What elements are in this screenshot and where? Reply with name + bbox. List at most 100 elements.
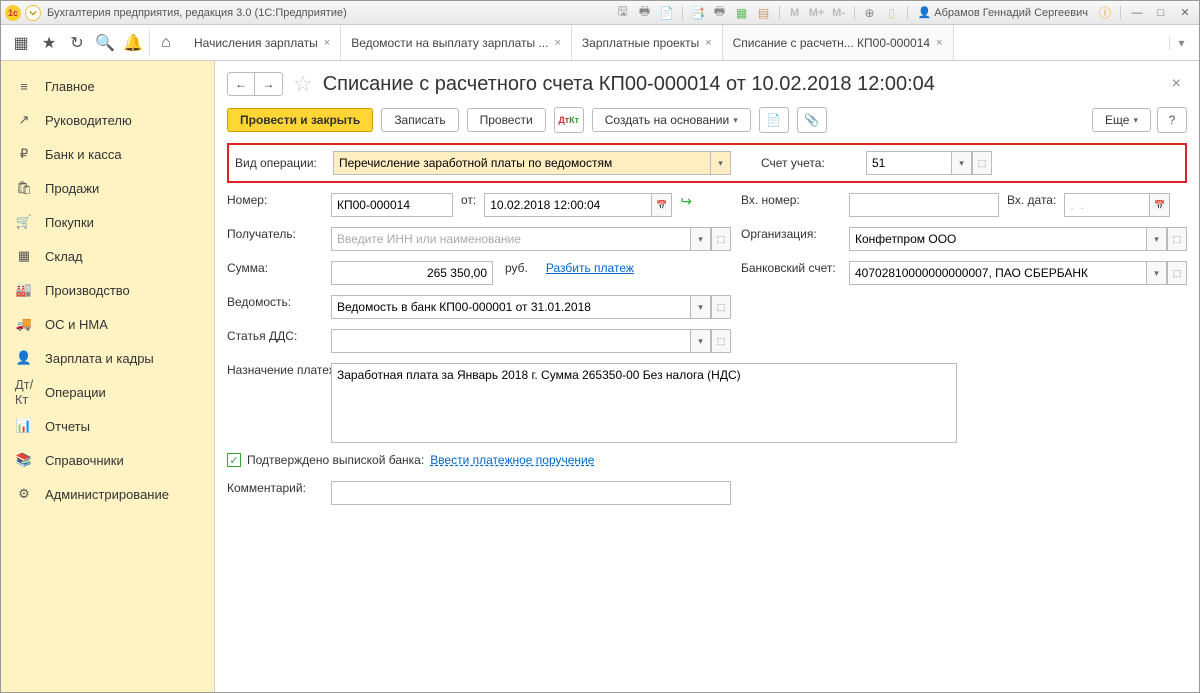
- command-bar: Провести и закрыть Записать Провести ДтК…: [227, 107, 1187, 133]
- date-picker-button[interactable]: 📅: [652, 193, 672, 217]
- info-icon[interactable]: ⓘ: [1096, 4, 1114, 22]
- organization-dropdown-button[interactable]: ▾: [1147, 227, 1167, 251]
- account-input[interactable]: [866, 151, 952, 175]
- incoming-date-input[interactable]: [1064, 193, 1150, 217]
- home-icon[interactable]: ⌂: [152, 29, 180, 57]
- sidebar-item-10[interactable]: 📊Отчеты: [1, 409, 214, 443]
- m-button[interactable]: M: [786, 4, 804, 22]
- tabs-overflow-button[interactable]: ▾: [1169, 36, 1193, 50]
- main-menu-button[interactable]: [25, 5, 41, 21]
- sidebar-item-4[interactable]: 🛒Покупки: [1, 205, 214, 239]
- tab-close-icon[interactable]: ×: [705, 37, 711, 49]
- tab-0[interactable]: Начисления зарплаты×: [184, 25, 341, 60]
- confirmed-checkbox[interactable]: ✓: [227, 453, 241, 467]
- tab-close-icon[interactable]: ×: [936, 37, 942, 49]
- sidebar-item-5[interactable]: ▦Склад: [1, 239, 214, 273]
- sidebar-item-label: Банк и касса: [45, 147, 122, 162]
- account-open-button[interactable]: ⬚: [972, 151, 992, 175]
- sidebar-item-11[interactable]: 📚Справочники: [1, 443, 214, 477]
- organization-label: Организация:: [741, 227, 841, 241]
- schedule-icon[interactable]: ▤: [755, 4, 773, 22]
- recipient-open-button[interactable]: ⬚: [711, 227, 731, 251]
- notifications-icon[interactable]: 🔔: [119, 29, 147, 57]
- sidebar-icon: 👤: [15, 349, 33, 367]
- mplus-button[interactable]: M+: [808, 4, 826, 22]
- sidebar-item-1[interactable]: ↗Руководителю: [1, 103, 214, 137]
- organization-open-button[interactable]: ⬚: [1167, 227, 1187, 251]
- search-icon[interactable]: 🔍: [91, 29, 119, 57]
- print-icon[interactable]: 🖶: [636, 4, 654, 22]
- enter-payment-order-link[interactable]: Ввести платежное поручение: [430, 453, 594, 467]
- more-button[interactable]: Еще▾: [1092, 108, 1151, 132]
- doc-icon[interactable]: 📄: [658, 4, 676, 22]
- favorites-icon[interactable]: ★: [35, 29, 63, 57]
- sum-input[interactable]: [331, 261, 493, 285]
- maximize-button[interactable]: □: [1151, 5, 1171, 21]
- bank-account-input[interactable]: [849, 261, 1147, 285]
- print2-icon[interactable]: 🖶: [711, 4, 729, 22]
- sidebar-item-label: Отчеты: [45, 419, 90, 434]
- dds-input[interactable]: [331, 329, 691, 353]
- zoom-icon[interactable]: ⊕: [861, 4, 879, 22]
- titlebar-icon[interactable]: 🖫: [614, 4, 632, 22]
- sidebar-item-3[interactable]: 🛍Продажи: [1, 171, 214, 205]
- bank-account-open-button[interactable]: ⬚: [1167, 261, 1187, 285]
- tab-2[interactable]: Зарплатные проекты ×: [572, 25, 723, 60]
- compare-icon[interactable]: 📑: [689, 4, 707, 22]
- dds-label: Статья ДДС:: [227, 329, 323, 343]
- organization-input[interactable]: [849, 227, 1147, 251]
- purpose-textarea[interactable]: [331, 363, 957, 443]
- post-and-close-button[interactable]: Провести и закрыть: [227, 108, 373, 132]
- panel-icon[interactable]: ▯: [883, 4, 901, 22]
- minimize-button[interactable]: —: [1127, 5, 1147, 21]
- close-document-button[interactable]: ×: [1166, 75, 1187, 93]
- sidebar-item-0[interactable]: ≡Главное: [1, 69, 214, 103]
- recipient-dropdown-button[interactable]: ▾: [691, 227, 711, 251]
- user-label[interactable]: 👤Абрамов Геннадий Сергеевич: [914, 6, 1092, 19]
- incoming-date-picker-button[interactable]: 📅: [1150, 193, 1170, 217]
- help-button[interactable]: ?: [1157, 107, 1187, 133]
- history-icon[interactable]: ↻: [63, 29, 91, 57]
- report-icon-button[interactable]: 📄: [759, 107, 789, 133]
- nav-back-button[interactable]: ←: [227, 72, 255, 96]
- mminus-button[interactable]: M-: [830, 4, 848, 22]
- favorite-star-icon[interactable]: ☆: [293, 71, 313, 97]
- number-input[interactable]: [331, 193, 453, 217]
- recipient-input[interactable]: [331, 227, 691, 251]
- sidebar-item-12[interactable]: ⚙Администрирование: [1, 477, 214, 511]
- sidebar-item-2[interactable]: ₽Банк и касса: [1, 137, 214, 171]
- nav-forward-button[interactable]: →: [255, 72, 283, 96]
- account-dropdown-button[interactable]: ▾: [952, 151, 972, 175]
- sidebar-item-6[interactable]: 🏭Производство: [1, 273, 214, 307]
- sidebar-item-7[interactable]: 🚚ОС и НМА: [1, 307, 214, 341]
- dds-open-button[interactable]: ⬚: [711, 329, 731, 353]
- bank-account-dropdown-button[interactable]: ▾: [1147, 261, 1167, 285]
- tab-label: Зарплатные проекты: [582, 36, 699, 50]
- dds-dropdown-button[interactable]: ▾: [691, 329, 711, 353]
- sidebar-item-9[interactable]: Дт/КтОперации: [1, 375, 214, 409]
- statement-dropdown-button[interactable]: ▾: [691, 295, 711, 319]
- apps-icon[interactable]: ▦: [7, 29, 35, 57]
- tab-1[interactable]: Ведомости на выплату зарплаты ...×: [341, 25, 572, 60]
- incoming-number-input[interactable]: [849, 193, 999, 217]
- create-basis-button[interactable]: Создать на основании▾: [592, 108, 751, 132]
- write-button[interactable]: Записать: [381, 108, 458, 132]
- statement-open-button[interactable]: ⬚: [711, 295, 731, 319]
- statement-input[interactable]: [331, 295, 691, 319]
- calendar-icon[interactable]: ▦: [733, 4, 751, 22]
- close-button[interactable]: ✕: [1175, 5, 1195, 21]
- attach-icon-button[interactable]: 📎: [797, 107, 827, 133]
- comment-input[interactable]: [331, 481, 731, 505]
- split-payment-link[interactable]: Разбить платеж: [546, 261, 634, 275]
- tab-close-icon[interactable]: ×: [554, 37, 560, 49]
- tab-close-icon[interactable]: ×: [324, 37, 330, 49]
- number-label: Номер:: [227, 193, 323, 207]
- post-button[interactable]: Провести: [467, 108, 546, 132]
- operation-type-dropdown-button[interactable]: ▾: [711, 151, 731, 175]
- sidebar-item-8[interactable]: 👤Зарплата и кадры: [1, 341, 214, 375]
- confirmed-label: Подтверждено выпиской банка:: [247, 453, 424, 467]
- movements-icon-button[interactable]: ДтКт: [554, 107, 584, 133]
- tab-3[interactable]: Списание с расчетн... КП00-000014×: [723, 25, 954, 60]
- date-input[interactable]: [484, 193, 652, 217]
- operation-type-input[interactable]: [333, 151, 711, 175]
